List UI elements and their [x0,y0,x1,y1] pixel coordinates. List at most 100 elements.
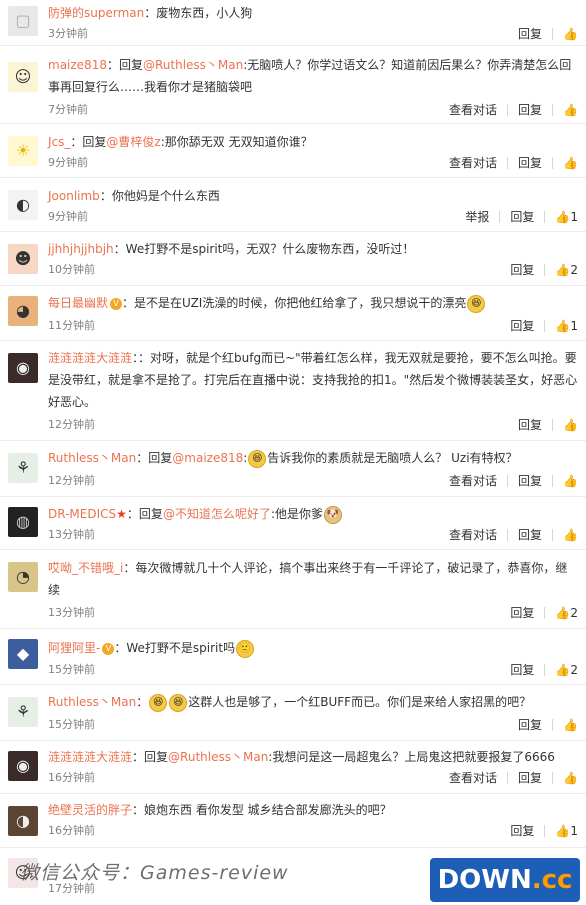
comment-time: 9分钟前 [48,156,88,169]
like-icon[interactable]: 👍 [563,527,578,543]
comment-time: 3分钟前 [48,27,88,40]
comment-username[interactable]: DR-MEDICS [48,507,116,521]
comment-time: 7分钟前 [48,103,88,116]
like-icon[interactable]: 👍 [563,102,578,118]
comment-text: ：是不是在UZI洗澡的时候，你把他红给拿了，我只想说干的漂亮 [122,296,467,310]
like-icon[interactable]: 👍 [563,717,578,733]
like-icon[interactable]: 👍 [563,417,578,433]
avatar[interactable]: ◑ [8,806,38,836]
reply-button[interactable]: 回复 [518,417,542,433]
avatar[interactable]: ▢ [8,6,38,36]
list-item: ☀ Jcs_：回复@曹梓俊z:那你舔无双 无双知道你谁？ 9分钟前 查看对话 回复… [0,124,586,178]
comment-username[interactable]: jjhhjhjjhbjh [48,242,114,256]
comment-username[interactable]: Ruthless丶Man [48,695,136,709]
comment-username[interactable]: maize818 [48,58,107,72]
avatar[interactable]: ◆ [8,639,38,669]
like-icon[interactable]: 👍 [563,26,578,42]
avatar[interactable]: ⚘ [8,453,38,483]
avatar[interactable]: ◐ [8,190,38,220]
comment-username[interactable]: 哎呦_不错哦_i [48,561,123,575]
mention-link[interactable]: @曹梓俊z [106,135,160,149]
comment-text: ：你他妈是个什么东西 [99,189,220,203]
list-item: ◍ DR-MEDICS★：回复@不知道怎么呢好了:他是你爹 🐶 13分钟前 查看对… [0,497,586,550]
view-dialog-button[interactable]: 查看对话 [449,473,497,489]
reply-button[interactable]: 回复 [518,527,542,543]
avatar[interactable]: ☻ [8,244,38,274]
mention-link[interactable]: @不知道怎么呢好了 [163,507,271,521]
like-icon[interactable]: 👍 [555,605,570,621]
like-icon[interactable]: 👍 [555,662,570,678]
reply-button[interactable]: 回复 [518,26,542,42]
like-icon[interactable]: 👍 [555,823,570,839]
reply-button[interactable]: 回复 [510,209,534,225]
laugh-emoji-icon: 😆 [248,449,267,468]
list-item: ◐ Joonlimb：你他妈是个什么东西 9分钟前 举报 回复 👍 1 [0,178,586,232]
comment-time: 13分钟前 [48,606,95,619]
like-icon[interactable]: 👍 [555,318,570,334]
view-dialog-button[interactable]: 查看对话 [449,527,497,543]
reply-button[interactable]: 回复 [510,318,534,334]
avatar[interactable]: ☺ [8,62,38,92]
comment-username[interactable]: Jcs_ [48,135,70,149]
view-dialog-button[interactable]: 查看对话 [449,770,497,786]
like-icon[interactable]: 👍 [563,473,578,489]
like-count: 1 [570,824,578,838]
comment-username[interactable]: 阿狸阿里- [48,641,100,655]
reply-button[interactable]: 回复 [510,662,534,678]
comment-username[interactable]: 绝壁灵活的胖子 [48,803,132,817]
comment-username[interactable]: 每日最幽默 [48,296,108,310]
reply-button[interactable]: 回复 [518,155,542,171]
report-button[interactable]: 举报 [465,209,489,225]
avatar[interactable]: ◔ [8,562,38,592]
mention-link[interactable]: @maize818 [172,451,243,465]
like-icon[interactable]: 👍 [555,262,570,278]
comment-time: 15分钟前 [48,718,95,731]
reply-button[interactable]: 回复 [518,770,542,786]
comment-username[interactable]: Joonlimb [48,189,100,203]
reply-button[interactable]: 回复 [518,473,542,489]
star-badge-icon: ★ [116,507,127,521]
comment-username[interactable]: 防弹的superman [48,6,144,20]
comment-text: ：We打野不是spirit吗，无双？什么废物东西，没听过！ [113,242,415,256]
list-item: ◔ 哎呦_不错哦_i：每次微博就几十个人评论，搞个事出来终于有一千评论了，破记录… [0,550,586,629]
avatar[interactable]: ⚘ [8,697,38,727]
laugh-emoji-icon: 😆 [467,294,486,313]
list-item: ⚘ Ruthless丶Man：回复@maize818: 😆 告诉我你的素质就是无脑喷… [0,441,586,497]
avatar[interactable]: ◉ [8,751,38,781]
avatar[interactable]: ☀ [8,136,38,166]
reply-button[interactable]: 回复 [510,262,534,278]
reply-button[interactable]: 回复 [510,823,534,839]
reply-button[interactable]: 回复 [518,102,542,118]
like-count: 1 [570,319,578,333]
doge-emoji-icon: 🐶 [324,505,342,524]
comment-time: 16分钟前 [48,824,95,837]
list-item: ◕ 每日最幽默 V ：是不是在UZI洗澡的时候，你把他红给拿了，我只想说干的漂亮 😆 … [0,286,586,341]
view-dialog-button[interactable]: 查看对话 [449,102,497,118]
mention-link[interactable]: @Ruthless丶Man [168,750,268,764]
watermark-text: 微信公众号：Games-review [20,862,289,884]
like-icon[interactable]: 👍 [563,770,578,786]
comment-username[interactable]: Ruthless丶Man [48,451,136,465]
comment-time: 10分钟前 [48,263,95,276]
comment-text: ：废物东西，小人狗 [144,6,253,20]
list-item: ▢ 防弹的superman：废物东西，小人狗 3分钟前 回复 👍 [0,0,586,46]
comment-text: ：每次微博就几十个人评论，搞个事出来终于有一千评论了，破记录了，恭喜你，继续 [48,561,568,597]
like-count: 2 [570,663,578,677]
like-count: 1 [570,210,578,224]
list-item: ☺ maize818：回复@Ruthless丶Man:无脑喷人？你学过语文么？知… [0,46,586,124]
smile-emoji-icon: 🙂 [236,639,255,658]
avatar[interactable]: ◉ [8,353,38,383]
avatar[interactable]: ◍ [8,507,38,537]
view-dialog-button[interactable]: 查看对话 [449,155,497,171]
avatar[interactable]: ◕ [8,296,38,326]
comment-username[interactable]: 涟涟涟涟大涟涟 [48,750,132,764]
list-item: ◉ 涟涟涟涟大涟涟：回复@Ruthless丶Man:我想问是这一局超鬼么？上局鬼… [0,741,586,794]
like-icon[interactable]: 👍 [555,209,570,225]
comment-username[interactable]: 涟涟涟涟大涟涟 [48,351,132,365]
reply-button[interactable]: 回复 [518,717,542,733]
reply-button[interactable]: 回复 [510,605,534,621]
list-item: ◑ 绝壁灵活的胖子：娘炮东西 看你发型 城乡结合部发廊洗头的吧？ 16分钟前 回… [0,794,586,848]
comment-text: ：We打野不是spirit吗 [114,641,236,655]
like-icon[interactable]: 👍 [563,155,578,171]
mention-link[interactable]: @Ruthless丶Man [143,58,243,72]
